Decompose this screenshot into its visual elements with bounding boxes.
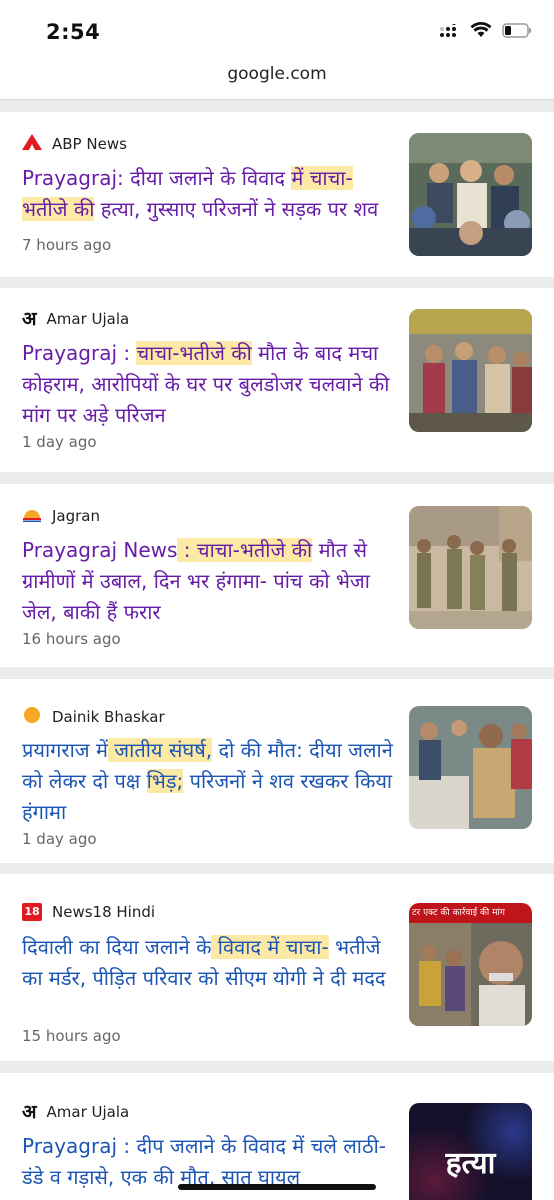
headline-link[interactable]: Prayagraj: दीया जलाने के विवाद में चाचा-… (22, 163, 398, 225)
article-thumbnail[interactable]: हत्या (409, 1103, 532, 1200)
time-ago: 15 hours ago (22, 1027, 121, 1045)
source-row: 18 News18 Hindi (22, 903, 155, 921)
status-time: 2:54 (46, 20, 101, 44)
article-thumbnail[interactable] (409, 133, 532, 256)
thumbnail-title: हत्या (445, 1146, 496, 1181)
battery-icon (502, 22, 532, 42)
headline-link[interactable]: प्रयागराज में जातीय संघर्ष, दो की मौत: द… (22, 735, 398, 828)
news-card[interactable]: अ Amar Ujala Prayagraj : दीप जलाने के वि… (0, 1073, 554, 1200)
article-thumbnail[interactable] (409, 706, 532, 829)
source-name: ABP News (52, 135, 127, 153)
thumbnail-banner: टर एक्ट की कार्रवाई की मांग (409, 903, 532, 923)
abp-news-logo-icon (22, 134, 42, 154)
article-thumbnail[interactable] (409, 309, 532, 432)
source-name: News18 Hindi (52, 903, 156, 921)
source-name: Dainik Bhaskar (52, 708, 165, 726)
news-card[interactable]: 18 News18 Hindi दिवाली का दिया जलाने के … (0, 874, 554, 1061)
news-card[interactable]: अ Amar Ujala Prayagraj : चाचा-भतीजे की म… (0, 288, 554, 472)
source-row: अ Amar Ujala (22, 308, 130, 330)
source-row: अ Amar Ujala (22, 1101, 130, 1123)
source-row: ABP News (22, 134, 127, 154)
time-ago: 16 hours ago (22, 630, 121, 648)
source-name: Jagran (52, 507, 101, 525)
headline-link[interactable]: Prayagraj : चाचा-भतीजे की मौत के बाद मचा… (22, 338, 398, 431)
time-ago: 1 day ago (22, 433, 97, 451)
amar-ujala-logo-icon: अ (22, 1101, 37, 1123)
source-name: Amar Ujala (46, 1103, 130, 1121)
amar-ujala-logo-icon: अ (22, 308, 37, 330)
source-row: Jagran (22, 506, 100, 526)
headline-link[interactable]: Prayagraj News : चाचा-भतीजे की मौत से ग्… (22, 535, 398, 628)
wifi-icon (470, 22, 492, 42)
home-indicator[interactable] (178, 1184, 376, 1190)
news-card[interactable]: ABP News Prayagraj: दीया जलाने के विवाद … (0, 112, 554, 277)
news18-logo-icon: 18 (22, 903, 42, 921)
time-ago: 1 day ago (22, 830, 97, 848)
url-text[interactable]: google.com (0, 64, 554, 84)
dainik-bhaskar-logo-icon (22, 706, 42, 728)
article-thumbnail[interactable]: टर एक्ट की कार्रवाई की मांग (409, 903, 532, 1026)
time-ago: 7 hours ago (22, 236, 112, 254)
cellular-signal-icon (440, 20, 460, 42)
jagran-logo-icon (22, 506, 42, 526)
status-bar: 2:54 (0, 0, 554, 60)
article-thumbnail[interactable] (409, 506, 532, 629)
news-card[interactable]: Dainik Bhaskar प्रयागराज में जातीय संघर्… (0, 679, 554, 863)
status-icons (440, 20, 532, 42)
source-name: Amar Ujala (46, 310, 130, 328)
source-row: Dainik Bhaskar (22, 706, 165, 728)
news-card[interactable]: Jagran Prayagraj News : चाचा-भतीजे की मौ… (0, 484, 554, 667)
url-bar[interactable]: google.com (0, 60, 554, 100)
headline-link[interactable]: दिवाली का दिया जलाने के विवाद में चाचा- … (22, 932, 398, 994)
